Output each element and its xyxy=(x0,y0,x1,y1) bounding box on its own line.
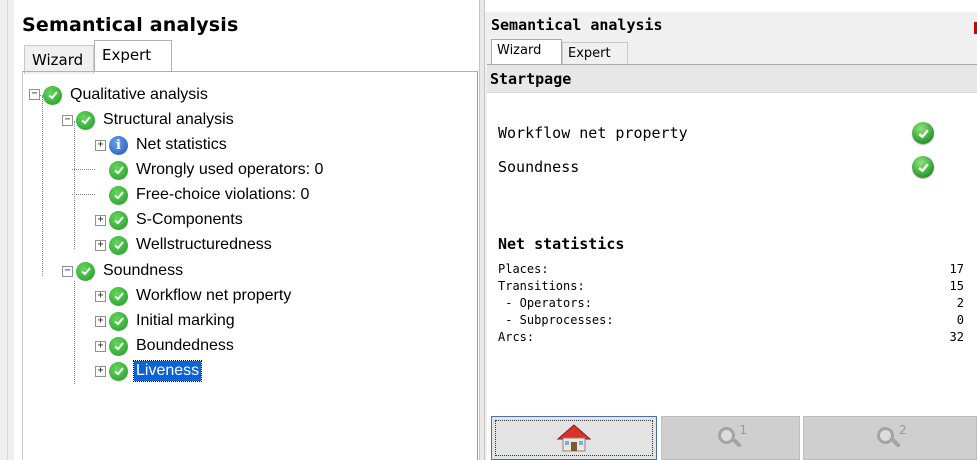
tree-item-structural-analysis[interactable]: Structural analysis xyxy=(76,108,236,132)
check-icon xyxy=(76,110,95,130)
property-label: Workflow net property xyxy=(498,124,688,142)
stat-label: Places: xyxy=(498,262,549,276)
magnifier-icon: 2 xyxy=(875,423,907,453)
tab-expert[interactable]: Expert xyxy=(94,40,172,71)
net-statistics-title: Net statistics xyxy=(498,235,625,253)
focus-ring xyxy=(495,420,653,456)
page-header: Startpage xyxy=(487,65,977,93)
tree-item-label: Net statistics xyxy=(136,136,227,153)
check-icon xyxy=(912,122,934,144)
tree-item-boundedness[interactable]: Boundedness xyxy=(109,334,236,358)
tree-item-workflow-net-property[interactable]: Workflow net property xyxy=(109,284,293,308)
tree-connector xyxy=(42,96,43,276)
stat-row-arcs: Arcs: 32 xyxy=(498,330,964,346)
stat-value: 17 xyxy=(949,262,964,276)
stat-row-subprocesses: - Subprocesses: 0 xyxy=(498,313,964,329)
check-icon xyxy=(43,85,62,105)
stat-row-operators: - Operators: 2 xyxy=(498,296,964,312)
tree-item-wellstructuredness[interactable]: Wellstructuredness xyxy=(109,233,274,257)
right-panel-title: Semantical analysis xyxy=(491,16,663,34)
wizard-page: Startpage Workflow net property Soundnes… xyxy=(487,64,977,416)
collapse-toggle[interactable]: − xyxy=(29,89,40,100)
check-icon xyxy=(912,156,934,178)
expand-toggle[interactable]: + xyxy=(95,291,106,302)
tree-item-qualitative-analysis[interactable]: Qualitative analysis xyxy=(43,83,210,107)
left-strip-line xyxy=(7,0,8,460)
tree-connector xyxy=(74,281,75,384)
right-top-edge xyxy=(485,0,977,12)
stat-row-places: Places: 17 xyxy=(498,262,964,278)
stat-label: Transitions: xyxy=(498,279,585,293)
right-panel: Semantical analysis Wizard Expert Startp… xyxy=(485,0,977,460)
tree-item-label: Soundness xyxy=(103,262,184,279)
expand-toggle[interactable]: + xyxy=(95,215,106,226)
query-1-button[interactable]: 1 xyxy=(661,416,800,460)
stat-value: 15 xyxy=(949,279,964,293)
tab-expert[interactable]: Expert xyxy=(562,42,628,65)
tree-item-label: Free-choice violations: 0 xyxy=(136,186,310,203)
left-top-edge xyxy=(14,0,479,12)
check-icon xyxy=(109,160,128,180)
stat-label: - Operators: xyxy=(498,296,592,310)
property-row-soundness: Soundness xyxy=(498,156,968,180)
check-icon xyxy=(109,311,128,331)
property-label: Soundness xyxy=(498,158,580,176)
tree-item-liveness[interactable]: Liveness xyxy=(109,359,203,383)
left-panel: Semantical analysis Wizard Expert − Qual… xyxy=(0,0,479,460)
page-header-label: Startpage xyxy=(490,70,572,88)
tree-item-soundness[interactable]: Soundness xyxy=(76,259,185,283)
stat-value: 2 xyxy=(956,296,964,310)
stat-value: 32 xyxy=(949,330,964,344)
tree-item-label: Qualitative analysis xyxy=(70,86,208,103)
stat-value: 0 xyxy=(956,313,964,327)
check-icon xyxy=(76,261,95,281)
tree-item-label: Boundedness xyxy=(136,337,234,354)
stat-label: - Subprocesses: xyxy=(498,313,614,327)
tree-item-label: Structural analysis xyxy=(103,111,234,128)
badge-number: 1 xyxy=(739,423,748,437)
stat-row-transitions: Transitions: 15 xyxy=(498,279,964,295)
tree-connector xyxy=(72,194,95,195)
check-icon xyxy=(109,336,128,356)
info-icon: i xyxy=(109,135,128,155)
collapse-toggle[interactable]: − xyxy=(62,115,73,126)
expand-toggle[interactable]: + xyxy=(95,240,106,251)
tree-item-s-components[interactable]: S-Components xyxy=(109,208,245,232)
badge-number: 2 xyxy=(899,423,907,437)
query-2-button[interactable]: 2 xyxy=(803,416,977,460)
tree-item-label: S-Components xyxy=(136,211,243,228)
tab-wizard[interactable]: Wizard xyxy=(491,39,562,65)
expand-toggle[interactable]: + xyxy=(95,140,106,151)
tree-connector xyxy=(72,169,95,170)
analysis-tree: − Qualitative analysis − Structural anal… xyxy=(22,71,478,460)
check-icon xyxy=(109,361,128,381)
property-row-workflow-net: Workflow net property xyxy=(498,122,968,146)
check-icon xyxy=(109,235,128,255)
tree-item-wrongly-used-operators[interactable]: Wrongly used operators: 0 xyxy=(109,158,325,182)
tree-item-label: Wellstructuredness xyxy=(136,236,272,253)
wizard-nav-bar: 1 2 xyxy=(487,416,977,460)
tree-item-label: Workflow net property xyxy=(136,287,292,304)
tree-item-net-statistics[interactable]: i Net statistics xyxy=(109,133,229,157)
tree-item-label: Wrongly used operators: 0 xyxy=(136,161,324,178)
tree-item-label: Initial marking xyxy=(136,312,235,329)
expand-toggle[interactable]: + xyxy=(95,366,106,377)
tree-item-initial-marking[interactable]: Initial marking xyxy=(109,309,237,333)
tree-item-free-choice-violations[interactable]: Free-choice violations: 0 xyxy=(109,183,311,207)
left-panel-title: Semantical analysis xyxy=(22,14,239,36)
stat-label: Arcs: xyxy=(498,330,535,344)
home-button[interactable] xyxy=(491,416,657,460)
magnifier-icon: 1 xyxy=(716,423,748,453)
tab-wizard[interactable]: Wizard xyxy=(24,45,94,74)
check-icon xyxy=(109,210,128,230)
expand-toggle[interactable]: + xyxy=(95,341,106,352)
collapse-toggle[interactable]: − xyxy=(62,266,73,277)
left-edge-strip xyxy=(0,0,14,460)
expand-toggle[interactable]: + xyxy=(95,316,106,327)
tree-connector xyxy=(74,121,75,249)
tree-item-label-selected: Liveness xyxy=(132,360,203,382)
check-icon xyxy=(109,286,128,306)
check-icon xyxy=(109,185,128,205)
